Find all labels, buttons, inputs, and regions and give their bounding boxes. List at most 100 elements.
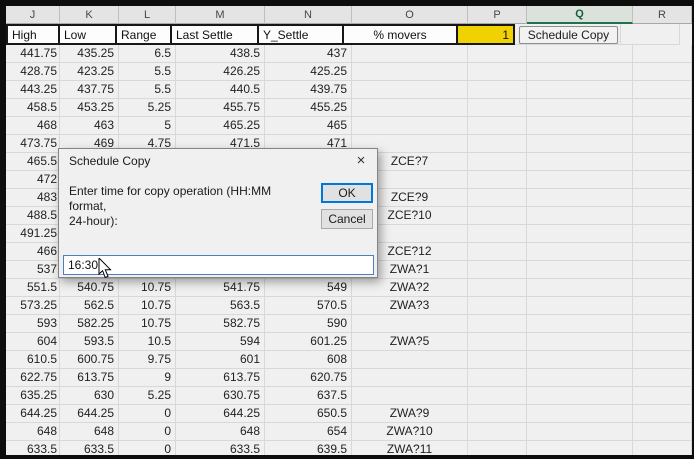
cell-R21[interactable] (633, 387, 692, 405)
cell-N22[interactable]: 650.5 (265, 405, 352, 423)
cell-Q20[interactable] (527, 369, 633, 387)
cell-J17[interactable]: 593 (6, 315, 60, 333)
cell-Q22[interactable] (527, 405, 633, 423)
cell-L15[interactable]: 10.75 (119, 279, 176, 297)
cell-R18[interactable] (633, 333, 692, 351)
cell-O19[interactable] (352, 351, 468, 369)
cell-L5[interactable]: 5.25 (119, 99, 176, 117)
cell-J6[interactable]: 468 (6, 117, 60, 135)
cell-N15[interactable]: 549 (265, 279, 352, 297)
cell-J20[interactable]: 622.75 (6, 369, 60, 387)
close-icon[interactable]: × (351, 151, 371, 169)
cell-K17[interactable]: 582.25 (60, 315, 119, 333)
cell-O6[interactable] (352, 117, 468, 135)
cell-M18[interactable]: 594 (176, 333, 265, 351)
header-cell-J1[interactable]: High (6, 24, 60, 45)
cell-R11[interactable] (633, 207, 692, 225)
cell-M5[interactable]: 455.75 (176, 99, 265, 117)
column-header-R[interactable]: R (633, 6, 692, 24)
column-header-N[interactable]: N (265, 6, 352, 24)
cell-P14[interactable] (468, 261, 527, 279)
cell-J19[interactable]: 610.5 (6, 351, 60, 369)
cell-K20[interactable]: 613.75 (60, 369, 119, 387)
cell-R20[interactable] (633, 369, 692, 387)
cell-Q9[interactable] (527, 171, 633, 189)
cell-L23[interactable]: 0 (119, 423, 176, 441)
cell-P22[interactable] (468, 405, 527, 423)
column-header-P[interactable]: P (468, 6, 527, 24)
cell-Q15[interactable] (527, 279, 633, 297)
cancel-button[interactable]: Cancel (321, 209, 373, 229)
cell-R10[interactable] (633, 189, 692, 207)
cell-O16[interactable]: ZWA?3 (352, 297, 468, 315)
cell-N23[interactable]: 654 (265, 423, 352, 441)
cell-P11[interactable] (468, 207, 527, 225)
header-cell-Q1[interactable]: Schedule Copy (515, 24, 621, 45)
cell-O21[interactable] (352, 387, 468, 405)
cell-R7[interactable] (633, 135, 692, 153)
cell-P9[interactable] (468, 171, 527, 189)
cell-R4[interactable] (633, 81, 692, 99)
cell-L18[interactable]: 10.5 (119, 333, 176, 351)
ok-button[interactable]: OK (321, 183, 373, 203)
header-cell-R1[interactable] (621, 24, 680, 45)
cell-J9[interactable]: 472 (6, 171, 60, 189)
cell-M2[interactable]: 438.5 (176, 45, 265, 63)
cell-N19[interactable]: 608 (265, 351, 352, 369)
cell-P2[interactable] (468, 45, 527, 63)
cell-R23[interactable] (633, 423, 692, 441)
cell-J13[interactable]: 466 (6, 243, 60, 261)
cell-Q3[interactable] (527, 63, 633, 81)
cell-M20[interactable]: 613.75 (176, 369, 265, 387)
cell-O18[interactable]: ZWA?5 (352, 333, 468, 351)
cell-P20[interactable] (468, 369, 527, 387)
cell-N20[interactable]: 620.75 (265, 369, 352, 387)
cell-O2[interactable] (352, 45, 468, 63)
cell-R19[interactable] (633, 351, 692, 369)
header-cell-K1[interactable]: Low (58, 24, 117, 45)
cell-Q10[interactable] (527, 189, 633, 207)
cell-P5[interactable] (468, 99, 527, 117)
cell-P4[interactable] (468, 81, 527, 99)
cell-M4[interactable]: 440.5 (176, 81, 265, 99)
cell-J10[interactable]: 483 (6, 189, 60, 207)
cell-K15[interactable]: 540.75 (60, 279, 119, 297)
cell-R24[interactable] (633, 441, 692, 455)
cell-Q14[interactable] (527, 261, 633, 279)
cell-M15[interactable]: 541.75 (176, 279, 265, 297)
header-cell-L1[interactable]: Range (115, 24, 172, 45)
cell-R8[interactable] (633, 153, 692, 171)
cell-N2[interactable]: 437 (265, 45, 352, 63)
cell-P16[interactable] (468, 297, 527, 315)
cell-K5[interactable]: 453.25 (60, 99, 119, 117)
cell-Q21[interactable] (527, 387, 633, 405)
cell-K16[interactable]: 562.5 (60, 297, 119, 315)
cell-Q23[interactable] (527, 423, 633, 441)
cell-K24[interactable]: 633.5 (60, 441, 119, 455)
cell-Q17[interactable] (527, 315, 633, 333)
header-cell-P1[interactable]: 1 (456, 24, 515, 45)
cell-J14[interactable]: 537 (6, 261, 60, 279)
cell-R5[interactable] (633, 99, 692, 117)
cell-N16[interactable]: 570.5 (265, 297, 352, 315)
cell-R14[interactable] (633, 261, 692, 279)
cell-J18[interactable]: 604 (6, 333, 60, 351)
cell-P17[interactable] (468, 315, 527, 333)
cell-P7[interactable] (468, 135, 527, 153)
cell-L24[interactable]: 0 (119, 441, 176, 455)
cell-M24[interactable]: 633.5 (176, 441, 265, 455)
cell-K2[interactable]: 435.25 (60, 45, 119, 63)
cell-L3[interactable]: 5.5 (119, 63, 176, 81)
column-header-K[interactable]: K (60, 6, 119, 24)
cell-M22[interactable]: 644.25 (176, 405, 265, 423)
cell-Q19[interactable] (527, 351, 633, 369)
cell-L16[interactable]: 10.75 (119, 297, 176, 315)
cell-R22[interactable] (633, 405, 692, 423)
cell-O23[interactable]: ZWA?10 (352, 423, 468, 441)
cell-P12[interactable] (468, 225, 527, 243)
cell-L4[interactable]: 5.5 (119, 81, 176, 99)
cell-Q18[interactable] (527, 333, 633, 351)
cell-Q5[interactable] (527, 99, 633, 117)
cell-K4[interactable]: 437.75 (60, 81, 119, 99)
cell-L17[interactable]: 10.75 (119, 315, 176, 333)
